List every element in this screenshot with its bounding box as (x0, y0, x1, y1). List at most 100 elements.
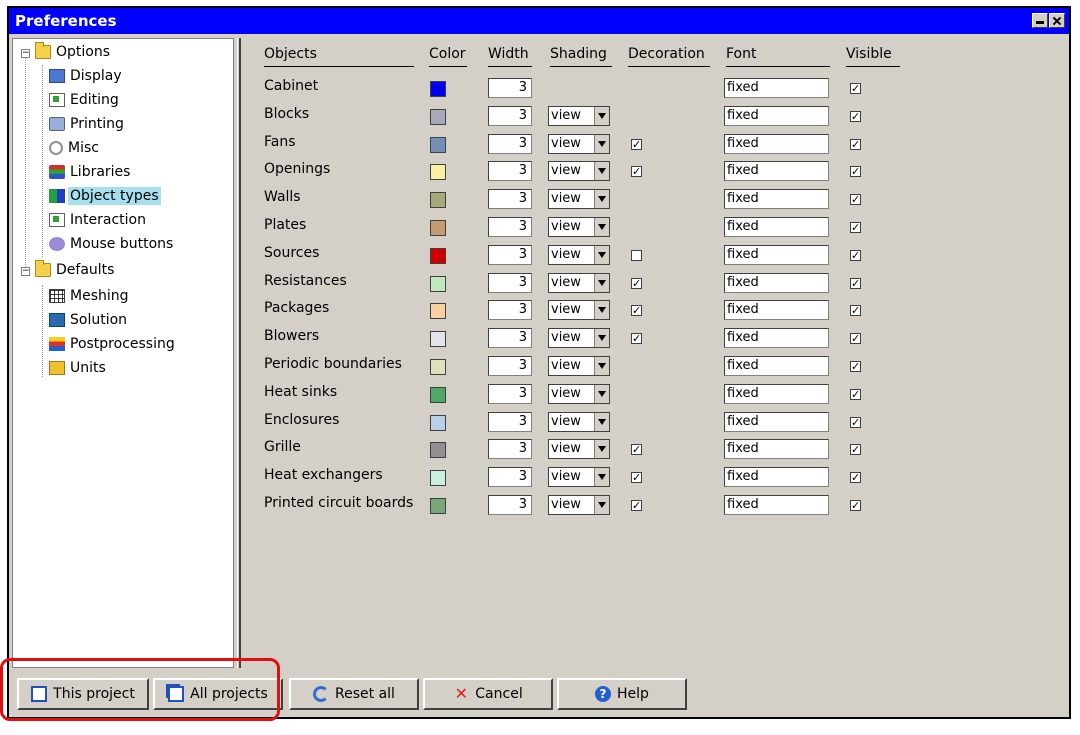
color-swatch[interactable] (430, 303, 446, 320)
width-input[interactable]: 3 (488, 411, 532, 432)
shading-select[interactable]: view (548, 272, 610, 293)
width-input[interactable]: 3 (488, 133, 532, 154)
font-input[interactable]: fixed (724, 495, 829, 515)
visible-checkbox[interactable]: ✓ (850, 500, 861, 511)
color-swatch[interactable] (430, 414, 446, 431)
shading-select[interactable]: view (548, 189, 610, 210)
width-input[interactable]: 3 (488, 356, 532, 376)
width-input[interactable]: 3 (488, 495, 532, 515)
width-input[interactable]: 3 (488, 78, 532, 98)
width-input[interactable]: 3 (488, 439, 532, 460)
visible-checkbox[interactable]: ✓ (850, 222, 861, 233)
tree-item-units[interactable]: Units (49, 357, 108, 379)
tree-item-editing[interactable]: Editing (49, 89, 121, 111)
decoration-checkbox[interactable] (631, 249, 642, 261)
font-input[interactable]: fixed (724, 189, 829, 210)
shading-select[interactable]: view (548, 356, 610, 376)
font-input[interactable]: fixed (724, 78, 829, 98)
decoration-checkbox[interactable]: ✓ (631, 277, 642, 289)
color-swatch[interactable] (430, 359, 446, 375)
font-input[interactable]: fixed (724, 411, 829, 432)
color-swatch[interactable] (430, 136, 446, 153)
shading-select[interactable]: view (548, 161, 610, 182)
visible-checkbox[interactable]: ✓ (850, 110, 861, 122)
width-input[interactable]: 3 (488, 161, 532, 182)
tree-item-defaults[interactable]: Defaults (35, 259, 116, 281)
width-input[interactable]: 3 (488, 217, 532, 237)
tree-item-solution[interactable]: Solution (49, 309, 129, 331)
defaults-expander[interactable]: − (21, 267, 30, 276)
tree-item-mouse-buttons[interactable]: Mouse buttons (49, 233, 175, 255)
reset-all-button[interactable]: Reset all (289, 678, 419, 710)
tree-item-meshing[interactable]: Meshing (49, 285, 131, 307)
width-input[interactable]: 3 (488, 467, 532, 488)
cancel-button[interactable]: ✕ Cancel (423, 678, 553, 710)
tree-item-display[interactable]: Display (49, 65, 124, 87)
width-input[interactable]: 3 (488, 300, 532, 321)
tree-item-postprocessing[interactable]: Postprocessing (49, 333, 177, 355)
tree-item-interaction[interactable]: Interaction (49, 209, 148, 231)
visible-checkbox[interactable]: ✓ (850, 388, 861, 400)
color-swatch[interactable] (430, 386, 446, 403)
decoration-checkbox[interactable]: ✓ (631, 333, 642, 345)
tree-item-printing[interactable]: Printing (49, 113, 126, 135)
shading-select[interactable]: view (548, 300, 610, 321)
minimize-button[interactable] (1032, 13, 1048, 28)
decoration-checkbox[interactable]: ✓ (631, 138, 642, 150)
visible-checkbox[interactable]: ✓ (850, 305, 861, 317)
tree-item-libraries[interactable]: Libraries (49, 161, 132, 183)
visible-checkbox[interactable]: ✓ (850, 472, 861, 484)
color-swatch[interactable] (430, 247, 446, 264)
shading-select[interactable]: view (548, 383, 610, 404)
width-input[interactable]: 3 (488, 244, 532, 265)
color-swatch[interactable] (430, 220, 446, 236)
font-input[interactable]: fixed (724, 300, 829, 321)
tree-item-object-types[interactable]: Object types (49, 185, 161, 207)
width-input[interactable]: 3 (488, 383, 532, 404)
color-swatch[interactable] (430, 331, 446, 348)
shading-select[interactable]: view (548, 217, 610, 237)
font-input[interactable]: fixed (724, 105, 829, 126)
shading-select[interactable]: view (548, 133, 610, 154)
color-swatch[interactable] (430, 470, 446, 487)
color-swatch[interactable] (430, 108, 446, 125)
color-swatch[interactable] (430, 442, 446, 459)
font-input[interactable]: fixed (724, 467, 829, 488)
decoration-checkbox[interactable]: ✓ (631, 472, 642, 484)
close-button[interactable] (1049, 13, 1065, 28)
visible-checkbox[interactable]: ✓ (850, 333, 861, 345)
shading-select[interactable]: view (548, 244, 610, 265)
tree-item-options[interactable]: Options (35, 41, 112, 63)
shading-select[interactable]: view (548, 328, 610, 349)
tree-item-misc[interactable]: Misc (49, 137, 101, 159)
font-input[interactable]: fixed (724, 356, 829, 376)
decoration-checkbox[interactable]: ✓ (631, 305, 642, 317)
shading-select[interactable]: view (548, 105, 610, 126)
font-input[interactable]: fixed (724, 244, 829, 265)
shading-select[interactable]: view (548, 411, 610, 432)
shading-select[interactable]: view (548, 467, 610, 488)
visible-checkbox[interactable]: ✓ (850, 416, 861, 428)
options-expander[interactable]: − (21, 49, 30, 58)
visible-checkbox[interactable]: ✓ (850, 249, 861, 261)
help-button[interactable]: ? Help (557, 678, 687, 710)
font-input[interactable]: fixed (724, 133, 829, 154)
font-input[interactable]: fixed (724, 439, 829, 460)
visible-checkbox[interactable]: ✓ (850, 277, 861, 289)
font-input[interactable]: fixed (724, 383, 829, 404)
visible-checkbox[interactable]: ✓ (850, 194, 861, 206)
visible-checkbox[interactable]: ✓ (850, 83, 861, 94)
decoration-checkbox[interactable]: ✓ (631, 500, 642, 511)
color-swatch[interactable] (430, 81, 446, 97)
font-input[interactable]: fixed (724, 161, 829, 182)
width-input[interactable]: 3 (488, 328, 532, 349)
width-input[interactable]: 3 (488, 189, 532, 210)
visible-checkbox[interactable]: ✓ (850, 444, 861, 456)
visible-checkbox[interactable]: ✓ (850, 166, 861, 178)
width-input[interactable]: 3 (488, 105, 532, 126)
font-input[interactable]: fixed (724, 272, 829, 293)
color-swatch[interactable] (430, 164, 446, 181)
color-swatch[interactable] (430, 498, 446, 514)
splitter[interactable] (237, 38, 241, 668)
shading-select[interactable]: view (548, 495, 610, 515)
